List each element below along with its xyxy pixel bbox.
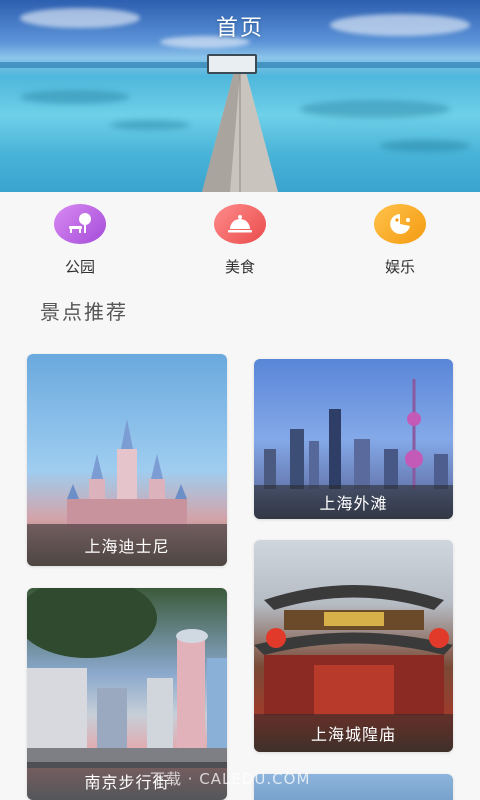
attraction-card-chenghuang-temple[interactable]: 上海城隍庙 [254, 540, 453, 752]
attraction-name: 上海迪士尼 [27, 524, 227, 566]
category-entertainment-button[interactable]: 娱乐 [360, 204, 440, 277]
section-title: 景点推荐 [40, 300, 128, 324]
park-bench-icon [54, 204, 106, 244]
attraction-card-bund[interactable]: 上海外滩 [254, 359, 453, 519]
attraction-name: 上海城隍庙 [254, 714, 453, 752]
street-illustration [27, 588, 227, 768]
category-park-button[interactable]: 公园 [40, 204, 120, 277]
overwater-hut [207, 54, 257, 74]
category-food-label: 美食 [224, 258, 255, 276]
temple-illustration [254, 585, 453, 715]
game-face-icon [374, 204, 426, 244]
skyline-illustration [264, 379, 448, 489]
watermark-text: 下载 · CALEDU.COM [150, 770, 311, 788]
category-park-label: 公园 [64, 258, 95, 276]
pier-illustration [202, 72, 278, 192]
castle-illustration [67, 419, 187, 529]
attraction-card-disney[interactable]: 上海迪士尼 [27, 354, 227, 566]
attraction-name: 上海外滩 [254, 485, 453, 519]
hero-banner: 首页 [0, 0, 480, 192]
category-bar: 公园 美食 娱乐 [0, 200, 480, 280]
category-food-button[interactable]: 美食 [200, 204, 280, 277]
category-entertainment-label: 娱乐 [384, 258, 415, 276]
page-title: 首页 [215, 16, 264, 41]
cloche-icon [214, 204, 266, 244]
